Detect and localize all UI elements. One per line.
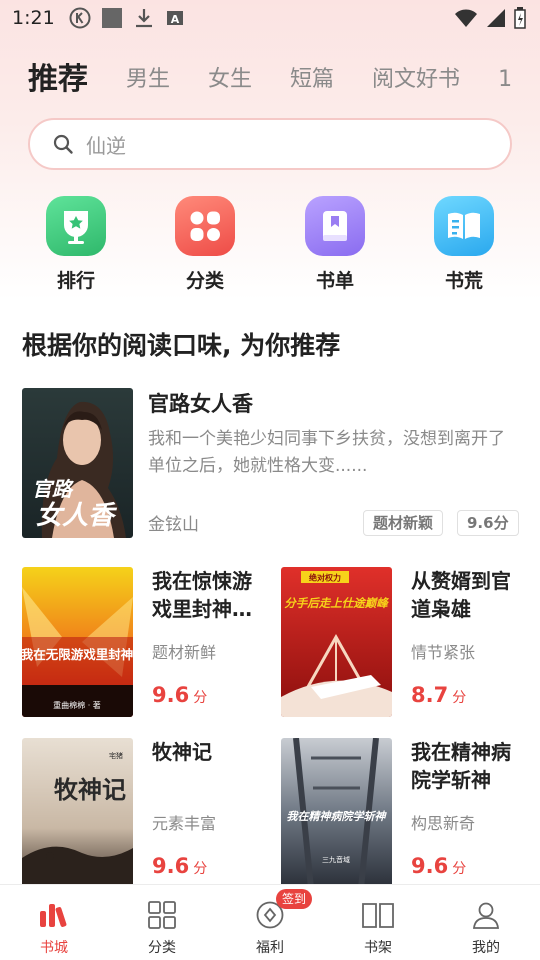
grid-book-2[interactable]: 绝对权力 分手后走上仕途巅峰 从赘婿到官道枭雄 情节紧张 8.7 分 <box>281 567 531 717</box>
book-cover: 绝对权力 分手后走上仕途巅峰 <box>281 567 392 717</box>
battery-icon <box>514 7 526 29</box>
square-icon <box>101 7 123 29</box>
svg-text:A: A <box>170 13 179 26</box>
nav-profile-label: 我的 <box>472 940 500 956</box>
a-box-icon: A <box>165 8 185 28</box>
section-title: 根据你的阅读口味, 为你推荐 <box>22 331 341 360</box>
grid-book-3-title: 牧神记 <box>152 740 212 764</box>
grid-book-1-title: 我在惊悚游戏里封神… <box>152 569 252 621</box>
k-circle-icon <box>69 7 91 29</box>
grid-cover-2-title: 分手后走上仕途巅峰 <box>284 596 389 610</box>
grid-book-4-score-unit: 分 <box>452 861 467 877</box>
grid-book-2-score: 8.7 分 <box>411 683 466 707</box>
nav-bookstore-label: 书城 <box>40 940 68 956</box>
grid-book-4[interactable]: 我在精神病院学斩神 三九音域 我在精神病院学斩神 构思新奇 9.6 分 <box>281 738 531 888</box>
tab-yuewen-good-books[interactable]: 阅文好书 <box>372 60 460 100</box>
featured-book[interactable]: 官路 女人香 官路女人香 我和一个美艳少妇同事下乡扶贫，没想到离开了单位之后，她… <box>22 388 522 538</box>
grid-book-3-score: 9.6 分 <box>152 854 207 878</box>
bookstore-icon <box>37 901 71 933</box>
grid-book-2-score-unit: 分 <box>452 690 467 706</box>
quick-entry-category-label: 分类 <box>185 270 224 292</box>
featured-tag-theme: 题材新颖 <box>363 510 444 536</box>
wifi-icon <box>454 8 478 28</box>
nav-bookstore[interactable]: 书城 <box>0 885 108 960</box>
grid-book-4-score: 9.6 分 <box>411 854 466 878</box>
grid-cover-3-title: 牧神记 <box>54 775 126 804</box>
grid-book-1-score-unit: 分 <box>193 690 208 706</box>
grid-book-1-score-value: 9.6 <box>152 683 190 707</box>
tab-overflow[interactable]: 1 <box>498 60 512 100</box>
grid-book-2-tag: 情节紧张 <box>411 643 476 662</box>
quick-entry-booklist[interactable]: 书单 <box>290 196 380 293</box>
book-list-icon <box>305 196 365 256</box>
open-book-icon <box>434 196 494 256</box>
grid-book-3-score-unit: 分 <box>193 861 208 877</box>
bottom-nav: 书城 分类 福利 签到 书架 我的 <box>0 884 540 960</box>
nav-welfare-label: 福利 <box>256 940 284 956</box>
grid-book-1-tag: 题材新鲜 <box>152 643 217 662</box>
grid-book-4-score-value: 9.6 <box>411 854 449 878</box>
nav-bookshelf[interactable]: 书架 <box>324 885 432 960</box>
grid-icon <box>175 196 235 256</box>
grid-cover-2-author: 绝对权力 <box>309 573 341 583</box>
quick-entries: 排行 分类 书单 书荒 <box>0 196 540 296</box>
book-cover: 牧神记 宅猪 <box>22 738 133 888</box>
grid-book-2-score-value: 8.7 <box>411 683 449 707</box>
category-grid-icon <box>147 901 177 933</box>
nav-profile[interactable]: 我的 <box>432 885 540 960</box>
nav-category-label: 分类 <box>148 940 176 956</box>
grid-cover-1-title: 我在无限游戏里封神 <box>22 647 133 662</box>
grid-book-4-title: 我在精神病院学斩神 <box>411 740 511 792</box>
search-icon <box>52 133 74 155</box>
featured-book-author: 金铉山 <box>148 515 199 535</box>
status-bar: 1:21 A <box>0 0 540 36</box>
checkin-badge: 签到 <box>276 889 313 909</box>
grid-cover-4-title: 我在精神病院学斩神 <box>287 810 388 823</box>
grid-book-2-title: 从赘婿到官道枭雄 <box>411 569 511 621</box>
featured-cover-line1: 官路 <box>32 477 74 501</box>
grid-cover-4-author: 三九音域 <box>322 855 350 864</box>
featured-book-description: 我和一个美艳少妇同事下乡扶贫，没想到离开了单位之后，她就性格大变...... <box>148 429 505 476</box>
nav-bookshelf-label: 书架 <box>364 940 392 956</box>
quick-entry-ranking-label: 排行 <box>56 270 95 292</box>
tab-male[interactable]: 男生 <box>126 60 170 100</box>
status-time: 1:21 <box>12 7 55 29</box>
nav-category[interactable]: 分类 <box>108 885 216 960</box>
grid-cover-1-author: 重曲棉棉 · 著 <box>53 700 101 710</box>
grid-book-3-score-value: 9.6 <box>152 854 190 878</box>
book-cover: 我在无限游戏里封神 重曲棉棉 · 著 <box>22 567 133 717</box>
grid-book-3[interactable]: 牧神记 宅猪 牧神记 元素丰富 9.6 分 <box>22 738 272 888</box>
grid-cover-3-author: 宅猪 <box>109 751 123 760</box>
download-icon <box>133 7 155 29</box>
featured-cover-line2: 女人香 <box>36 501 118 531</box>
trophy-icon <box>46 196 106 256</box>
signal-icon <box>486 8 506 28</box>
featured-book-title: 官路女人香 <box>148 392 253 416</box>
quick-entry-book-shortage[interactable]: 书荒 <box>419 196 509 293</box>
grid-book-4-tag: 构思新奇 <box>411 814 476 833</box>
grid-book-1[interactable]: 我在无限游戏里封神 重曲棉棉 · 著 我在惊悚游戏里封神… 题材新鲜 9.6 分 <box>22 567 272 717</box>
profile-icon <box>472 901 500 933</box>
book-cover: 我在精神病院学斩神 三九音域 <box>281 738 392 888</box>
tab-recommend[interactable]: 推荐 <box>28 60 88 100</box>
search-placeholder: 仙逆 <box>86 133 126 158</box>
grid-book-3-tag: 元素丰富 <box>152 814 217 833</box>
search-input[interactable]: 仙逆 <box>28 118 512 170</box>
quick-entry-ranking[interactable]: 排行 <box>31 196 121 293</box>
quick-entry-booklist-label: 书单 <box>315 270 354 292</box>
book-cover: 官路 女人香 <box>22 388 133 538</box>
quick-entry-book-shortage-label: 书荒 <box>444 270 483 292</box>
quick-entry-category[interactable]: 分类 <box>160 196 250 293</box>
bookshelf-icon <box>361 901 395 933</box>
featured-tag-score: 9.6分 <box>457 510 519 536</box>
grid-book-1-score: 9.6 分 <box>152 683 207 707</box>
category-tabs: 推荐 男生 女生 短篇 阅文好书 1 <box>0 54 540 100</box>
tab-short[interactable]: 短篇 <box>290 60 334 100</box>
tab-female[interactable]: 女生 <box>208 60 252 100</box>
nav-welfare[interactable]: 福利 签到 <box>216 885 324 960</box>
